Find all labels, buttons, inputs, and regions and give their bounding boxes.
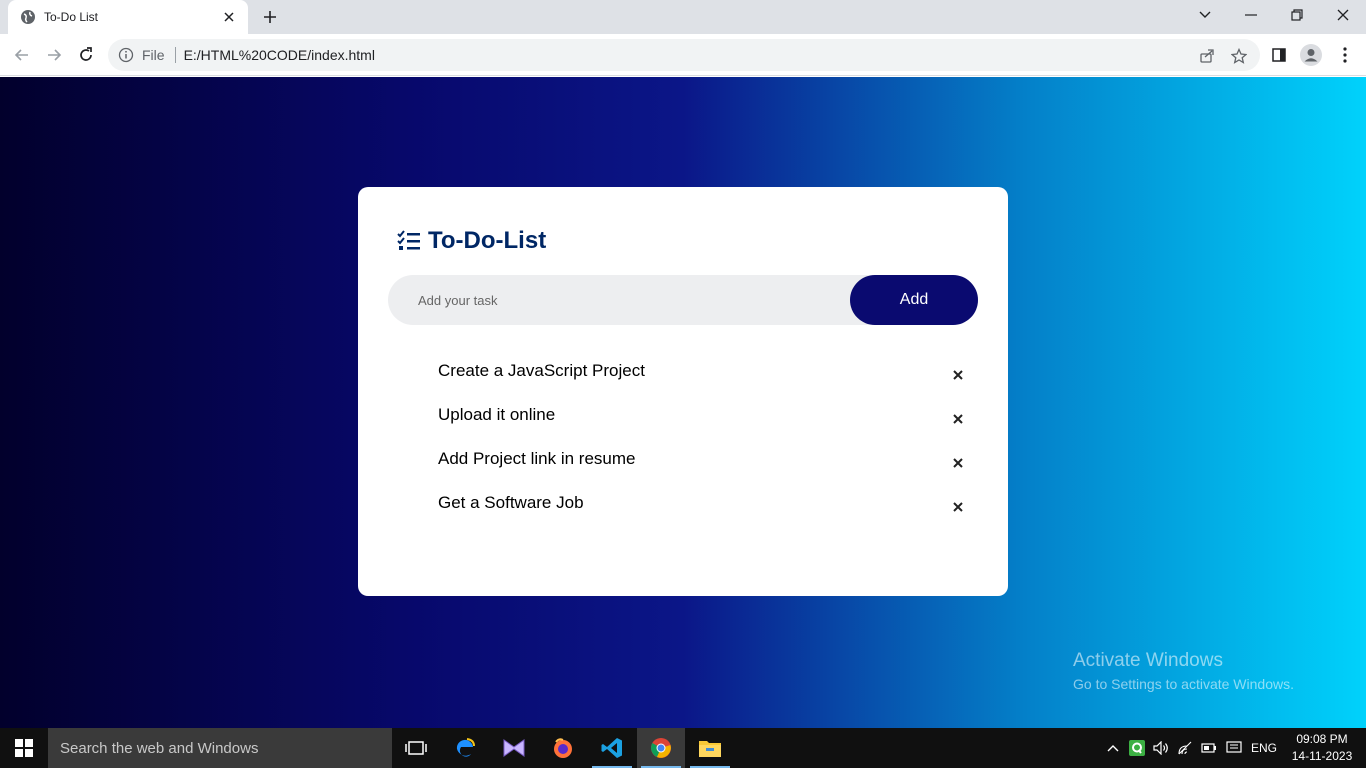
list-item[interactable]: Create a JavaScript Project: [438, 359, 978, 403]
task-list: Create a JavaScript Project Upload it on…: [438, 359, 978, 535]
add-button[interactable]: Add: [850, 275, 978, 325]
todo-card: To-Do-List Add Create a JavaScript Proje…: [358, 187, 1008, 596]
checklist-icon: [396, 228, 422, 254]
minimize-icon[interactable]: [1228, 0, 1274, 30]
wifi-icon[interactable]: [1176, 728, 1194, 768]
watermark-title: Activate Windows: [1073, 650, 1223, 671]
tray-chevron-up-icon[interactable]: [1104, 728, 1122, 768]
input-indicator-icon[interactable]: [1224, 728, 1244, 768]
card-header: To-Do-List: [396, 227, 546, 255]
forward-arrow-icon[interactable]: [40, 42, 68, 68]
volume-icon[interactable]: [1152, 728, 1170, 768]
close-tab-icon[interactable]: [220, 8, 238, 26]
activate-windows-watermark: Activate Windows Go to Settings to activ…: [1073, 650, 1294, 692]
close-window-icon[interactable]: [1320, 0, 1366, 30]
battery-icon[interactable]: [1200, 728, 1218, 768]
edge-browser-icon[interactable]: [441, 728, 489, 768]
language-indicator[interactable]: ENG: [1248, 728, 1280, 768]
remove-task-icon[interactable]: [948, 409, 968, 429]
address-bar[interactable]: File E:/HTML%20CODE/index.html: [108, 39, 1260, 71]
vscode-icon[interactable]: [588, 728, 636, 768]
side-panel-icon[interactable]: [1268, 44, 1290, 66]
url-text[interactable]: E:/HTML%20CODE/index.html: [184, 47, 375, 63]
task-input-row: Add: [388, 275, 978, 325]
task-text[interactable]: Add Project link in resume: [438, 449, 635, 469]
task-input[interactable]: [388, 275, 858, 325]
profile-avatar-icon[interactable]: [1300, 44, 1322, 66]
windows-taskbar: Search the web and Windows ENG 09:08 PM …: [0, 728, 1366, 768]
remove-task-icon[interactable]: [948, 497, 968, 517]
chrome-icon[interactable]: [637, 728, 685, 768]
bookmark-star-icon[interactable]: [1230, 47, 1248, 65]
info-icon[interactable]: [118, 47, 134, 63]
reload-icon[interactable]: [72, 42, 100, 68]
page-background: To-Do-List Add Create a JavaScript Proje…: [0, 77, 1366, 728]
list-item[interactable]: Add Project link in resume: [438, 447, 978, 491]
watermark-subtitle: Go to Settings to activate Windows.: [1073, 676, 1294, 692]
browser-toolbar: File E:/HTML%20CODE/index.html: [0, 34, 1366, 76]
clock-date: 14-11-2023: [1291, 749, 1353, 763]
firefox-icon[interactable]: [539, 728, 587, 768]
remove-task-icon[interactable]: [948, 365, 968, 385]
taskbar-search-placeholder: Search the web and Windows: [60, 739, 259, 757]
task-text[interactable]: Upload it online: [438, 405, 555, 425]
file-explorer-icon[interactable]: [686, 728, 734, 768]
page-title: To-Do-List: [428, 227, 547, 254]
task-text[interactable]: Create a JavaScript Project: [438, 361, 645, 381]
task-text[interactable]: Get a Software Job: [438, 493, 584, 513]
share-icon[interactable]: [1198, 47, 1216, 65]
scheme-label: File: [142, 47, 165, 63]
tab-title: To-Do List: [44, 10, 99, 24]
task-view-icon[interactable]: [392, 728, 440, 768]
browser-tab[interactable]: To-Do List: [8, 0, 248, 34]
kebab-menu-icon[interactable]: [1334, 44, 1356, 66]
new-tab-button[interactable]: [258, 6, 282, 28]
clock-time: 09:08 PM: [1296, 732, 1348, 746]
list-item[interactable]: Get a Software Job: [438, 491, 978, 535]
address-separator: [174, 47, 176, 63]
tray-app-q-icon[interactable]: [1128, 728, 1146, 768]
globe-icon: [20, 9, 36, 25]
taskbar-clock[interactable]: 09:08 PM 14-11-2023: [1286, 731, 1358, 765]
remove-task-icon[interactable]: [948, 453, 968, 473]
restore-icon[interactable]: [1274, 0, 1320, 30]
windows-start-icon[interactable]: [0, 728, 48, 768]
back-arrow-icon[interactable]: [8, 42, 36, 68]
list-item[interactable]: Upload it online: [438, 403, 978, 447]
visual-studio-icon[interactable]: [490, 728, 538, 768]
tab-search-chevron-icon[interactable]: [1182, 0, 1228, 30]
taskbar-search-box[interactable]: Search the web and Windows: [48, 728, 392, 768]
browser-tabstrip: To-Do List: [0, 0, 1366, 34]
